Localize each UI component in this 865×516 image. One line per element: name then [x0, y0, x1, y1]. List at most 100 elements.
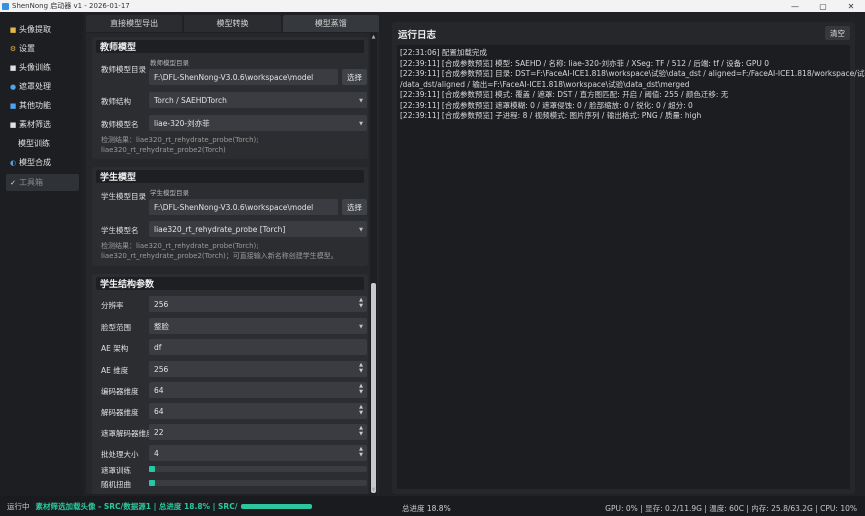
encoder-dims-spinbox[interactable]: 64 ▲ ▼ — [149, 382, 367, 398]
student-name-value: liae320_rt_rehydrate_probe [Torch] — [154, 224, 286, 234]
log-line: [22:31:06] 配置加载完成 — [400, 48, 487, 57]
resolution-spinbox[interactable]: 256 ▲ ▼ — [149, 296, 367, 312]
spin-arrows-icon[interactable]: ▲ ▼ — [357, 446, 365, 458]
sidebar-item-label: 模型训练 — [18, 139, 50, 148]
teacher-name-label: 教师模型名 — [101, 120, 139, 129]
face-type-label: 脸型范围 — [101, 323, 131, 332]
tab-model-convert[interactable]: 模型转换 — [184, 15, 281, 32]
chevron-down-icon: ▼ — [359, 98, 363, 104]
log-line: [22:39:11] [合成参数预览] 遮罩模糊: 0 / 遮罩侵蚀: 0 / … — [400, 100, 693, 110]
sidebar-item-label: 头像训练 — [19, 63, 51, 72]
app-icon — [2, 2, 9, 10]
sidebar-item-model-train[interactable]: 模型训练 — [0, 134, 83, 153]
student-dir-input[interactable]: F:\DFL-ShenNong-V3.0.6\workspace\model — [149, 199, 338, 215]
sidebar-item-toolbox[interactable]: ✓ 工具箱 — [6, 174, 79, 191]
log-output[interactable]: [22:31:06] 配置加载完成 [22:39:11] [合成参数预览] 模型… — [397, 45, 865, 489]
face-type-select[interactable]: 整脸 ▼ — [149, 318, 367, 334]
batch-size-label: 批处理大小 — [101, 450, 139, 459]
sidebar-item-model-merge[interactable]: ◐ 模型合成 — [0, 153, 83, 172]
student-name-combo[interactable]: liae320_rt_rehydrate_probe [Torch] ▼ — [149, 221, 367, 237]
teacher-name-value: liae-320-刘亦菲 — [154, 118, 210, 128]
batch-size-spinbox[interactable]: 4 ▲ ▼ — [149, 445, 367, 461]
mask-train-slider-handle[interactable] — [149, 466, 155, 472]
batch-size-value: 4 — [154, 448, 159, 458]
tab-bar: 直接模型导出 模型转换 模型蒸馏 — [86, 15, 379, 32]
student-browse-button[interactable]: 选择 — [342, 199, 367, 215]
ae-dims-label: AE 维度 — [101, 366, 129, 375]
teacher-model-group: 教师模型 教师模型目录 教师模型目录 F:\DFL-ShenNong-V3.0.… — [92, 37, 368, 159]
status-system-metrics: GPU: 0% | 显存: 0.2/11.9G | 温度: 60C | 内存: … — [605, 504, 857, 513]
tab-direct-export[interactable]: 直接模型导出 — [86, 15, 183, 32]
spin-arrows-icon[interactable]: ▲ ▼ — [357, 297, 365, 309]
scrollbar-thumb[interactable] — [371, 283, 376, 493]
student-model-group: 学生模型 学生模型目录 学生模型目录 F:\DFL-ShenNong-V3.0.… — [92, 167, 368, 266]
teacher-arch-select[interactable]: Torch / SAEHDTorch ▼ — [149, 92, 367, 108]
maximize-button[interactable]: ▢ — [809, 0, 837, 12]
sidebar-item-mask[interactable]: ● 遮罩处理 — [0, 77, 83, 96]
ae-dims-spinbox[interactable]: 256 ▲ ▼ — [149, 361, 367, 377]
log-line: [22:39:11] [合成参数预览] 子进程: 8 / 视频模式: 图片序列 … — [400, 111, 702, 120]
resolution-label: 分辨率 — [101, 301, 124, 310]
student-detect-hint: 检测结果：liae320_rt_rehydrate_probe(Torch); … — [101, 241, 367, 261]
decoder-dims-spinbox[interactable]: 64 ▲ ▼ — [149, 403, 367, 419]
teacher-browse-button[interactable]: 选择 — [342, 69, 367, 85]
decoder-dims-label: 解码器维度 — [101, 408, 139, 417]
ae-arch-input[interactable]: df — [149, 339, 367, 355]
teacher-arch-label: 教师结构 — [101, 97, 131, 106]
face-type-value: 整脸 — [154, 321, 169, 331]
check-icon: ✓ — [10, 178, 16, 187]
ae-arch-label: AE 架构 — [101, 344, 129, 353]
teacher-dir-small-label: 教师模型目录 — [150, 59, 189, 67]
resolution-value: 256 — [154, 299, 169, 309]
mask-train-slider[interactable] — [149, 466, 367, 472]
encoder-dims-label: 编码器维度 — [101, 387, 139, 396]
sidebar-item-face-train[interactable]: ■ 头像训练 — [0, 58, 83, 77]
mask-decoder-dims-label: 遮罩解码器维度 — [101, 429, 154, 438]
ae-dims-value: 256 — [154, 364, 169, 374]
window-title: ShenNong 启动器 v1 - 2026-01-17 — [12, 2, 130, 10]
chevron-down-icon: ▼ — [359, 227, 363, 233]
student-dir-small-label: 学生模型目录 — [150, 189, 189, 197]
teacher-dir-input[interactable]: F:\DFL-ShenNong-V3.0.6\workspace\model — [149, 69, 338, 85]
scroll-down-icon[interactable]: ▼ — [370, 487, 377, 493]
random-warp-slider[interactable] — [149, 480, 367, 486]
run-log-title: 运行日志 — [398, 30, 437, 41]
spin-arrows-icon[interactable]: ▲ ▼ — [357, 425, 365, 437]
sidebar-item-other[interactable]: ■ 其他功能 — [0, 96, 83, 115]
spin-arrows-icon[interactable]: ▲ ▼ — [357, 383, 365, 395]
sidebar-item-label: 模型合成 — [19, 158, 51, 167]
minimize-button[interactable]: — — [781, 0, 809, 12]
sidebar-item-face-extract[interactable]: ■ 头像提取 — [0, 20, 83, 39]
globe-icon: ● — [9, 82, 17, 91]
status-bar: 运行中 素材筛选加载头像 - SRC/数据源1 | 总进度 18.8% | SR… — [0, 496, 865, 516]
teacher-name-select[interactable]: liae-320-刘亦菲 ▼ — [149, 115, 367, 131]
scroll-up-icon[interactable]: ▲ — [370, 34, 377, 40]
spin-arrows-icon[interactable]: ▲ ▼ — [357, 362, 365, 374]
film-icon: ■ — [9, 63, 17, 72]
student-name-label: 学生模型名 — [101, 226, 139, 235]
decoder-dims-value: 64 — [154, 406, 164, 416]
status-running: 运行中 — [7, 501, 30, 511]
random-warp-slider-handle[interactable] — [149, 480, 155, 486]
sidebar-item-settings[interactable]: ⚙ 设置 — [0, 39, 83, 58]
teacher-detect-hint: 检测结果：liae320_rt_rehydrate_probe(Torch); … — [101, 135, 367, 155]
mask-decoder-dims-spinbox[interactable]: 22 ▲ ▼ — [149, 424, 367, 440]
chart-icon: ■ — [9, 101, 17, 110]
spin-arrows-icon[interactable]: ▲ ▼ — [357, 404, 365, 416]
sidebar-item-label: 设置 — [19, 44, 35, 53]
sidebar-item-label: 遮罩处理 — [19, 82, 51, 91]
log-line: [22:39:11] [合成参数预览] 目录: DST=F:\FaceAI-IC… — [400, 69, 865, 78]
distill-form: 教师模型 教师模型目录 教师模型目录 F:\DFL-ShenNong-V3.0.… — [86, 33, 379, 494]
teacher-hint-line1: 检测结果：liae320_rt_rehydrate_probe(Torch); — [101, 136, 259, 144]
sidebar-item-material-filter[interactable]: ■ 素材筛选 — [0, 115, 83, 134]
student-hint-line2: liae320_rt_rehydrate_probe2(Torch)；可直接输入… — [101, 252, 338, 260]
close-button[interactable]: ✕ — [837, 0, 865, 12]
random-warp-label: 随机扭曲 — [101, 480, 131, 489]
student-model-title: 学生模型 — [96, 170, 364, 183]
form-scrollbar[interactable]: ▲ ▼ — [370, 33, 377, 494]
log-line: [22:39:11] [合成参数预览] 模型: SAEHD / 名称: liae… — [400, 58, 770, 68]
mask-train-label: 遮罩训练 — [101, 466, 131, 475]
encoder-dims-value: 64 — [154, 385, 164, 395]
clear-log-button[interactable]: 清空 — [825, 26, 850, 40]
tab-model-distill[interactable]: 模型蒸馏 — [282, 15, 379, 32]
